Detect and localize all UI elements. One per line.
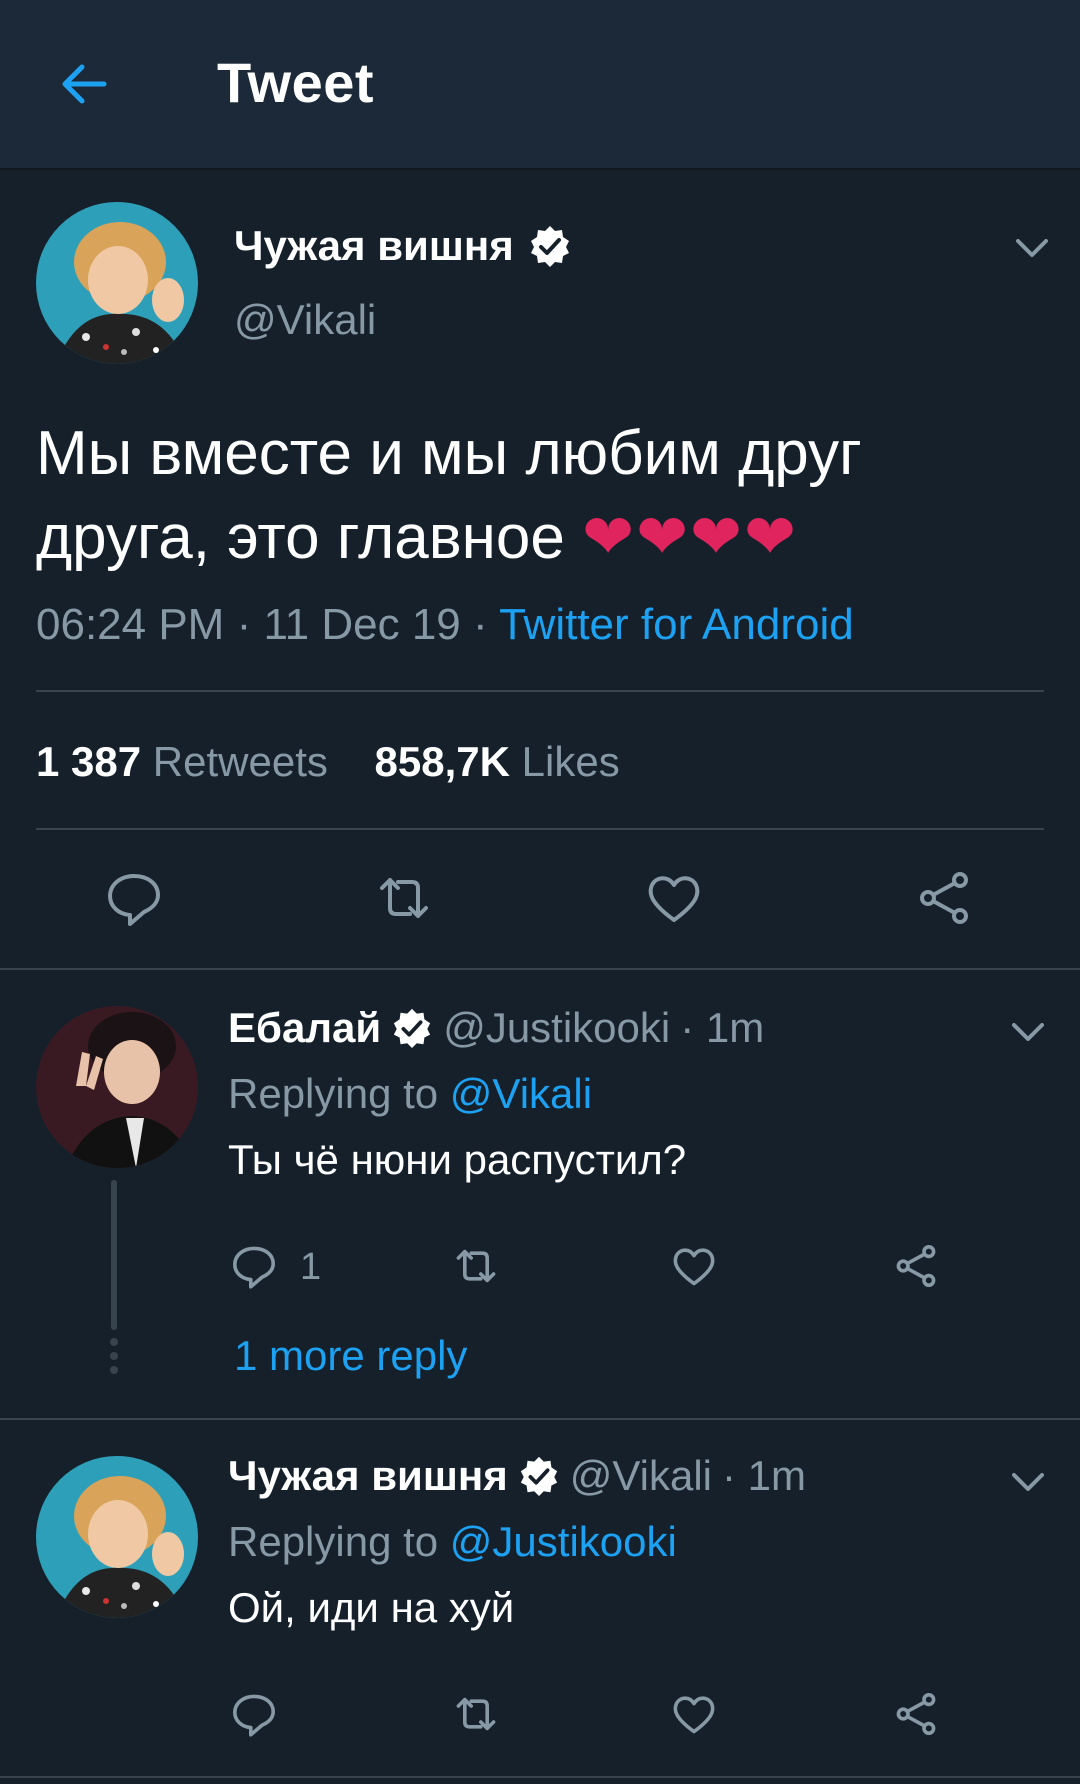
- reply-time: · 1m: [721, 1452, 806, 1499]
- tweet-source-link[interactable]: Twitter for Android: [499, 600, 854, 649]
- meta-separator: ·: [473, 600, 488, 649]
- reply-time: · 1m: [680, 1004, 765, 1051]
- chevron-down-icon[interactable]: [1012, 228, 1052, 268]
- share-icon[interactable]: [892, 1242, 940, 1290]
- reply-text: Ой, иди на хуй: [228, 1584, 515, 1631]
- replying-to-link[interactable]: @Vikali: [450, 1070, 592, 1117]
- reply-icon[interactable]: [230, 1242, 278, 1290]
- retweet-count: 1 387: [36, 738, 142, 785]
- retweet-icon[interactable]: [452, 1242, 500, 1290]
- tweet-date: 11 Dec 19: [263, 600, 461, 649]
- chevron-down-icon[interactable]: [1008, 1462, 1048, 1502]
- like-label: Likes: [521, 738, 620, 785]
- author-handle[interactable]: @Vikali: [234, 296, 376, 344]
- replying-label: Replying to: [228, 1518, 439, 1565]
- chevron-down-icon[interactable]: [1008, 1012, 1048, 1052]
- tweet-meta: 06:24 PM · 11 Dec 19 · Twitter for Andro…: [36, 600, 854, 650]
- like-icon[interactable]: [644, 868, 704, 928]
- back-button[interactable]: [56, 56, 112, 112]
- avatar[interactable]: [36, 1006, 198, 1168]
- thread-dots: [110, 1338, 118, 1380]
- retweets-stat[interactable]: 1 387 Retweets: [36, 738, 328, 785]
- author-name: Чужая вишня: [234, 222, 514, 269]
- verified-badge-icon: [394, 1008, 431, 1049]
- reply-count: 1: [300, 1246, 322, 1288]
- tweet-text: Мы вместе и мы любим друг друга, это гла…: [36, 412, 1036, 580]
- reply-header[interactable]: Чужая вишня @Vikali · 1m: [228, 1452, 806, 1500]
- section-divider: [0, 1776, 1080, 1778]
- divider: [36, 690, 1044, 692]
- replying-label: Replying to: [228, 1070, 439, 1117]
- like-icon[interactable]: [670, 1242, 718, 1290]
- thread-line: [111, 1180, 117, 1330]
- like-icon[interactable]: [670, 1690, 718, 1738]
- reply-header[interactable]: Ебалай @Justikooki · 1m: [228, 1004, 764, 1052]
- retweet-icon[interactable]: [452, 1690, 500, 1738]
- share-icon[interactable]: [914, 868, 974, 928]
- section-divider: [0, 1418, 1080, 1420]
- tweet-time: 06:24 PM: [36, 600, 225, 649]
- reply-icon[interactable]: [230, 1690, 278, 1738]
- tweet-stats: 1 387 Retweets 858,7K Likes: [36, 738, 620, 786]
- verified-badge-icon: [520, 1456, 557, 1497]
- reply-text: Ты чё нюни распустил?: [228, 1136, 687, 1183]
- reply-author-name: Чужая вишня: [228, 1452, 508, 1499]
- retweet-label: Retweets: [152, 738, 328, 785]
- avatar[interactable]: [36, 202, 198, 364]
- reply-author-handle: @Justikooki: [443, 1004, 671, 1051]
- avatar[interactable]: [36, 1456, 198, 1618]
- reply-author-name: Ебалай: [228, 1004, 382, 1051]
- reply-author-handle: @Vikali: [569, 1452, 712, 1499]
- reply-icon[interactable]: [104, 868, 164, 928]
- heart-emoji: ❤❤❤❤: [582, 503, 798, 572]
- likes-stat[interactable]: 858,7K Likes: [375, 738, 620, 785]
- replying-to: Replying to @Justikooki: [228, 1518, 677, 1566]
- top-app-bar: Tweet: [0, 0, 1080, 170]
- replying-to: Replying to @Vikali: [228, 1070, 592, 1118]
- share-icon[interactable]: [892, 1690, 940, 1738]
- retweet-icon[interactable]: [374, 868, 434, 928]
- divider: [36, 828, 1044, 830]
- like-count: 858,7K: [374, 738, 510, 785]
- page-title: Tweet: [217, 51, 375, 114]
- verified-badge-icon: [530, 226, 569, 267]
- author-name-row[interactable]: Чужая вишня: [234, 222, 572, 270]
- replying-to-link[interactable]: @Justikooki: [450, 1518, 677, 1565]
- meta-separator: ·: [236, 600, 252, 649]
- arrow-left-icon: [62, 64, 107, 104]
- section-divider: [0, 968, 1080, 970]
- more-replies-link[interactable]: 1 more reply: [234, 1332, 467, 1380]
